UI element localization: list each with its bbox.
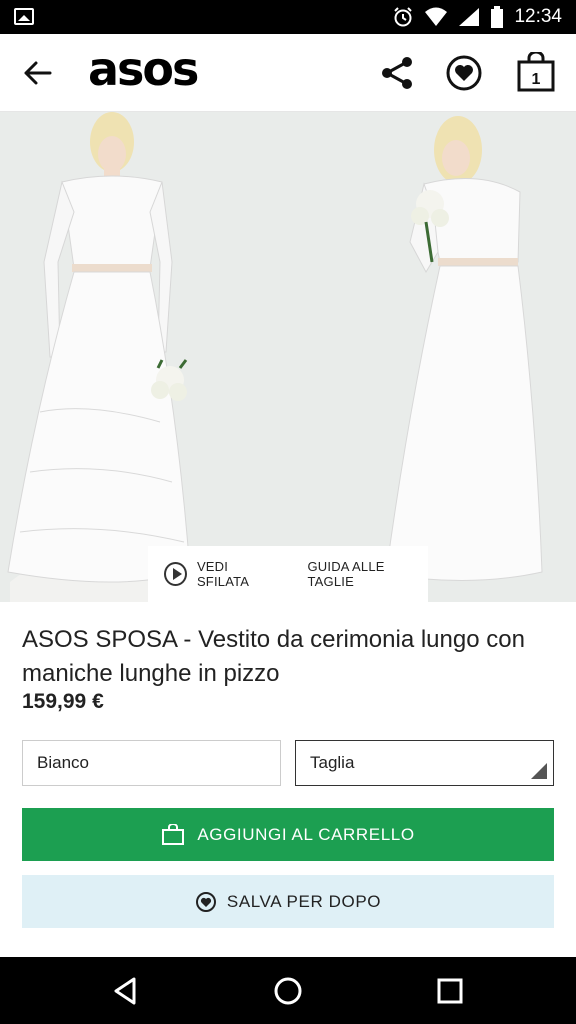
product-price: 159,99 €	[22, 690, 104, 713]
product-image-front[interactable]	[0, 112, 380, 602]
system-nav-bar	[0, 957, 576, 1024]
color-select[interactable]: Bianco	[22, 740, 281, 786]
status-icons: 12:34	[392, 0, 562, 34]
cart-count: 1	[532, 71, 541, 88]
dropdown-corner-icon	[531, 763, 547, 779]
share-icon[interactable]	[378, 54, 416, 92]
gallery-actions-bar: VEDI SFILATA GUIDA ALLE TAGLIE	[148, 546, 428, 602]
back-nav-icon[interactable]	[110, 975, 142, 1007]
product-title: ASOS SPOSA - Vestito da cerimonia lungo …	[22, 626, 525, 687]
save-for-later-button[interactable]: SALVA PER DOPO	[22, 875, 554, 928]
size-select-placeholder: Taglia	[310, 753, 355, 772]
battery-icon	[491, 6, 504, 28]
video-link[interactable]: VEDI SFILATA	[197, 559, 280, 589]
heart-icon	[195, 891, 216, 912]
play-icon[interactable]	[164, 562, 187, 586]
save-for-later-label: SALVA PER DOPO	[226, 891, 382, 911]
add-to-cart-label: AGGIUNGI AL CARRELLO	[197, 824, 415, 844]
product-gallery[interactable]: VEDI SFILATA GUIDA ALLE TAGLIE	[0, 112, 576, 602]
product-image-back[interactable]	[380, 112, 576, 602]
shopping-bag-icon[interactable]: 1	[516, 52, 556, 92]
gallery-icon	[14, 8, 34, 25]
status-bar: 12:34	[0, 0, 576, 34]
asos-logo[interactable]: asos	[88, 42, 199, 96]
shopping-bag-icon	[162, 823, 185, 845]
home-nav-icon[interactable]	[272, 975, 304, 1007]
wifi-icon	[425, 7, 448, 26]
recents-nav-icon[interactable]	[434, 975, 466, 1007]
heart-icon[interactable]	[445, 54, 483, 92]
add-to-cart-button[interactable]: AGGIUNGI AL CARRELLO	[22, 808, 554, 861]
signal-icon	[459, 8, 480, 26]
size-select[interactable]: Taglia	[295, 740, 554, 786]
size-guide-link[interactable]: GUIDA ALLE TAGLIE	[308, 559, 428, 589]
app-header: asos 1	[0, 34, 576, 112]
alarm-icon	[394, 7, 413, 27]
back-arrow-icon[interactable]	[22, 58, 54, 88]
status-time: 12:34	[514, 6, 562, 27]
color-select-value: Bianco	[37, 753, 89, 772]
